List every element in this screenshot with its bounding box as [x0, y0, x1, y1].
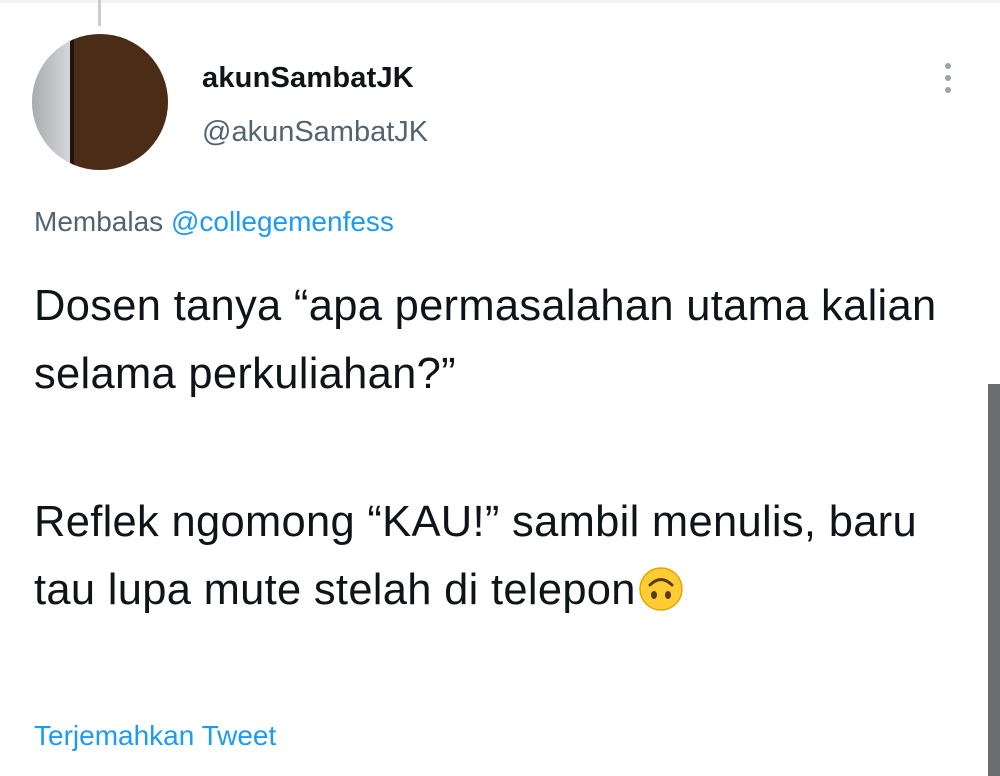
user-handle[interactable]: @akunSambatJK: [202, 116, 428, 149]
thread-connector-line: [98, 0, 101, 26]
reply-context: Membalas @collegemenfess: [34, 206, 394, 238]
scrollbar[interactable]: [988, 384, 1000, 776]
translate-tweet-link[interactable]: Terjemahkan Tweet: [34, 720, 276, 752]
tweet-paragraph-1: Dosen tanya “apa permasalahan utama kali…: [34, 282, 937, 398]
avatar[interactable]: [32, 34, 168, 170]
display-name[interactable]: akunSambatJK: [202, 62, 414, 95]
tweet-paragraph-2: Reflek ngomong “KAU!” sambil menulis, ba…: [34, 498, 917, 614]
reply-prefix: Membalas: [34, 206, 164, 237]
upside-down-face-emoji-icon: [639, 566, 683, 611]
more-options-button[interactable]: [930, 56, 966, 100]
tweet-text: Dosen tanya “apa permasalahan utama kali…: [34, 272, 964, 624]
more-vertical-icon: [945, 63, 951, 69]
reply-mention-link[interactable]: @collegemenfess: [171, 206, 394, 237]
top-divider: [0, 0, 1000, 3]
